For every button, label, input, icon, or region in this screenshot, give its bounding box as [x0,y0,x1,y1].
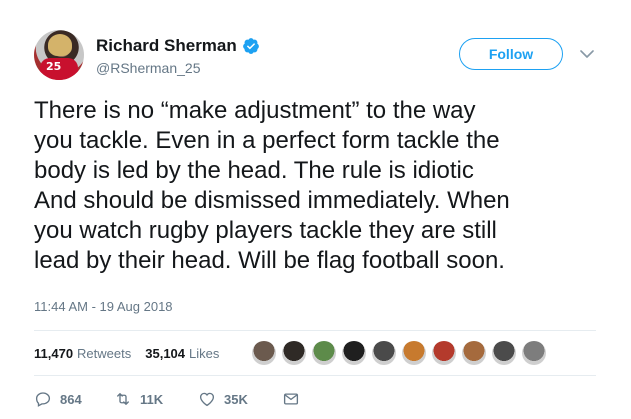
tweet-text-line: lead by their head. Will be flag footbal… [34,247,505,274]
jersey-number: 25 [46,60,62,73]
tweet-text: There is no “make adjustment” to the way… [34,96,614,276]
liker-avatars [252,341,552,365]
liker-avatar[interactable] [492,341,516,365]
liker-avatar[interactable] [432,341,456,365]
likes-count[interactable]: 35,104 [145,346,185,361]
author-handle[interactable]: @RSherman_25 [96,60,201,76]
tweet-text-line: you tackle. Even in a perfect form tackl… [34,127,500,154]
retweets-count[interactable]: 11,470 [34,346,73,361]
author-display-name[interactable]: Richard Sherman [96,36,237,56]
reply-count: 864 [60,391,82,407]
likes-label[interactable]: Likes [189,346,219,361]
liker-avatar[interactable] [312,341,336,365]
like-action[interactable]: 35K [198,390,282,408]
chevron-down-icon[interactable] [580,49,594,59]
tweet-stats: 11,470 Retweets 35,104 Likes [34,346,219,361]
retweet-count: 11K [140,391,164,407]
follow-button[interactable]: Follow [459,38,563,70]
heart-icon[interactable] [198,390,216,408]
verified-badge-icon [242,38,259,54]
retweet-icon[interactable] [114,390,132,408]
divider [34,330,596,331]
liker-avatar[interactable] [342,341,366,365]
author-avatar[interactable]: 25 [34,30,84,80]
divider [34,375,596,376]
like-count: 35K [224,391,248,407]
retweet-action[interactable]: 11K [114,390,198,408]
liker-avatar[interactable] [372,341,396,365]
tweet-card: 25 Richard Sherman @RSherman_25 Follow T… [0,0,631,419]
tweet-timestamp[interactable]: 11:44 AM - 19 Aug 2018 [34,299,173,314]
tweet-text-line: There is no “make adjustment” to the way [34,97,476,124]
liker-avatar[interactable] [282,341,306,365]
author-name-row[interactable]: Richard Sherman [96,36,260,56]
reply-action[interactable]: 864 [34,390,114,408]
helmet-shape [48,34,72,56]
liker-avatar[interactable] [522,341,546,365]
direct-message-action[interactable] [282,390,308,408]
tweet-actions: 864 11K 35K [34,390,308,408]
liker-avatar[interactable] [252,341,276,365]
reply-icon[interactable] [34,390,52,408]
retweets-label[interactable]: Retweets [77,346,131,361]
liker-avatar[interactable] [462,341,486,365]
direct-message-icon[interactable] [282,390,300,408]
tweet-text-line: body is led by the head. The rule is idi… [34,157,474,184]
liker-avatar[interactable] [402,341,426,365]
tweet-text-line: you watch rugby players tackle they are … [34,217,497,244]
tweet-text-line: And should be dismissed immediately. Whe… [34,187,510,214]
